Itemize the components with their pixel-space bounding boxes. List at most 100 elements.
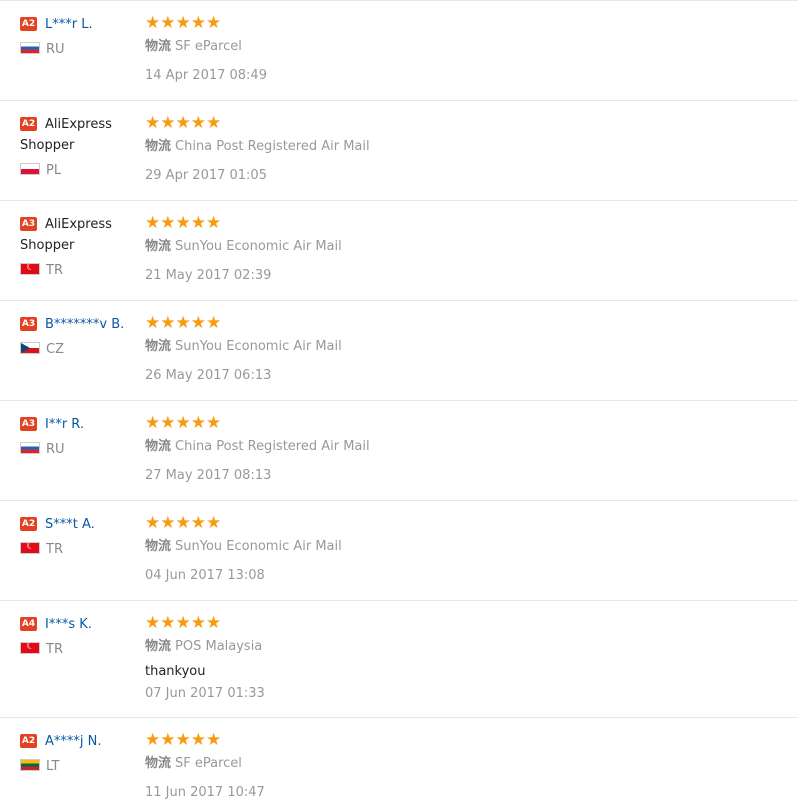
buyer-level-badge: A4 <box>20 617 37 631</box>
review-content: ★★★★★ 物流 SF eParcel 11 Jun 2017 10:47 <box>145 731 798 801</box>
star-rating: ★★★★★ <box>145 413 222 433</box>
buyer-level-badge: A2 <box>20 117 37 131</box>
reviewer-info: A4 I***s K. TR <box>20 613 138 658</box>
reviewer-name-link[interactable]: S***t A. <box>45 517 95 532</box>
buyer-level-badge: A3 <box>20 417 37 431</box>
reviewer-country: TR <box>20 263 138 279</box>
review-date: 29 Apr 2017 01:05 <box>145 168 267 183</box>
reviewer-name-link[interactable]: I***s K. <box>45 617 92 632</box>
reviewer-country: TR <box>20 642 138 658</box>
logistics-info: 物流 SunYou Economic Air Mail <box>145 538 798 556</box>
star-rating: ★★★★★ <box>145 513 222 533</box>
reviewer-name-link[interactable]: L***r L. <box>45 17 93 32</box>
reviewer-country: PL <box>20 163 138 179</box>
review-content: ★★★★★ 物流 China Post Registered Air Mail 2… <box>145 114 798 184</box>
logistics-info: 物流 POS Malaysia <box>145 638 798 656</box>
review-row: A2 A****j N. LT ★★★★★ 物流 SF eParcel 11 Jun… <box>0 717 798 802</box>
buyer-level-badge: A2 <box>20 517 37 531</box>
review-content: ★★★★★ 物流 SunYou Economic Air Mail 26 May … <box>145 314 798 384</box>
logistics-label: 物流 <box>145 639 172 654</box>
country-flag-icon <box>20 759 40 771</box>
country-flag-icon <box>20 442 40 454</box>
star-rating: ★★★★★ <box>145 113 222 133</box>
logistics-carrier: POS Malaysia <box>175 639 263 654</box>
country-flag-icon <box>20 642 40 654</box>
review-date: 27 May 2017 08:13 <box>145 468 272 483</box>
logistics-label: 物流 <box>145 339 172 354</box>
reviewer-country: RU <box>20 442 138 458</box>
logistics-carrier: SF eParcel <box>175 756 242 771</box>
logistics-info: 物流 SunYou Economic Air Mail <box>145 238 798 256</box>
country-flag-icon <box>20 542 40 554</box>
buyer-level-badge: A3 <box>20 217 37 231</box>
buyer-level-badge: A3 <box>20 317 37 331</box>
reviewer-country: LT <box>20 759 138 775</box>
country-code: RU <box>46 442 65 457</box>
logistics-carrier: SF eParcel <box>175 39 242 54</box>
feedback-text: thankyou <box>145 664 206 679</box>
review-content: ★★★★★ 物流 SunYou Economic Air Mail 21 May … <box>145 214 798 284</box>
country-code: TR <box>46 542 63 557</box>
reviewer-country: CZ <box>20 342 138 358</box>
logistics-label: 物流 <box>145 539 172 554</box>
reviewer-name-link[interactable]: I**r R. <box>45 417 84 432</box>
star-rating: ★★★★★ <box>145 730 222 750</box>
logistics-label: 物流 <box>145 239 172 254</box>
country-flag-icon <box>20 163 40 175</box>
review-content: ★★★★★ 物流 SF eParcel 14 Apr 2017 08:49 <box>145 14 798 84</box>
reviewer-info: A3 B*******v B. CZ <box>20 313 138 358</box>
review-date: 14 Apr 2017 08:49 <box>145 68 267 83</box>
logistics-carrier: SunYou Economic Air Mail <box>175 339 342 354</box>
country-code: LT <box>46 759 60 774</box>
country-code: CZ <box>46 342 64 357</box>
logistics-info: 物流 China Post Registered Air Mail <box>145 438 798 456</box>
reviewer-country: RU <box>20 42 138 58</box>
review-content: ★★★★★ 物流 China Post Registered Air Mail 2… <box>145 414 798 484</box>
logistics-label: 物流 <box>145 756 172 771</box>
reviewer-info: A3AliExpress Shopper TR <box>20 213 138 279</box>
review-row: A3 I**r R. RU ★★★★★ 物流 China Post Register… <box>0 400 798 500</box>
review-date: 21 May 2017 02:39 <box>145 268 272 283</box>
review-date: 26 May 2017 06:13 <box>145 368 272 383</box>
review-date: 11 Jun 2017 10:47 <box>145 785 265 800</box>
buyer-level-badge: A2 <box>20 734 37 748</box>
reviewer-info: A2 AliExpress Shopper PL <box>20 113 138 179</box>
logistics-carrier: SunYou Economic Air Mail <box>175 539 342 554</box>
country-flag-icon <box>20 42 40 54</box>
review-content: ★★★★★ 物流 SunYou Economic Air Mail 04 Jun … <box>145 514 798 584</box>
feedback-list: A2 L***r L. RU ★★★★★ 物流 SF eParcel 14 Apr … <box>0 0 798 802</box>
logistics-info: 物流 SF eParcel <box>145 38 798 56</box>
review-date: 07 Jun 2017 01:33 <box>145 686 265 701</box>
review-row: A2 S***t A. TR ★★★★★ 物流SunYou Economic Ai… <box>0 500 798 600</box>
review-row: A3 B*******v B. CZ ★★★★★ 物流 SunYou Economi… <box>0 300 798 400</box>
country-flag-icon <box>20 342 40 354</box>
reviewer-name-link[interactable]: B*******v B. <box>45 317 124 332</box>
star-rating: ★★★★★ <box>145 313 222 333</box>
review-row: A4 I***s K. TR ★★★★★ 物流POS Malaysia thank… <box>0 600 798 717</box>
logistics-carrier: SunYou Economic Air Mail <box>175 239 342 254</box>
country-code: TR <box>46 263 63 278</box>
review-row: A3AliExpress Shopper TR ★★★★★ 物流SunYou E… <box>0 200 798 300</box>
review-date: 04 Jun 2017 13:08 <box>145 568 265 583</box>
buyer-level-badge: A2 <box>20 17 37 31</box>
review-row: A2 L***r L. RU ★★★★★ 物流 SF eParcel 14 Apr … <box>0 0 798 100</box>
country-flag-icon <box>20 263 40 275</box>
country-code: RU <box>46 42 65 57</box>
reviewer-info: A2 L***r L. RU <box>20 13 138 58</box>
logistics-carrier: China Post Registered Air Mail <box>175 439 370 454</box>
logistics-label: 物流 <box>145 139 172 154</box>
review-row: A2 AliExpress Shopper PL ★★★★★ 物流 China Po… <box>0 100 798 200</box>
logistics-carrier: China Post Registered Air Mail <box>175 139 370 154</box>
star-rating: ★★★★★ <box>145 613 222 633</box>
reviewer-info: A2 A****j N. LT <box>20 730 138 775</box>
country-code: PL <box>46 163 62 178</box>
star-rating: ★★★★★ <box>145 213 222 233</box>
logistics-info: 物流 China Post Registered Air Mail <box>145 138 798 156</box>
logistics-label: 物流 <box>145 39 172 54</box>
reviewer-name-link[interactable]: A****j N. <box>45 734 102 749</box>
reviewer-info: A2 S***t A. TR <box>20 513 138 558</box>
reviewer-country: TR <box>20 542 138 558</box>
review-content: ★★★★★ 物流 POS Malaysia thankyou 07 Jun 201… <box>145 614 798 702</box>
star-rating: ★★★★★ <box>145 13 222 33</box>
logistics-info: 物流 SunYou Economic Air Mail <box>145 338 798 356</box>
